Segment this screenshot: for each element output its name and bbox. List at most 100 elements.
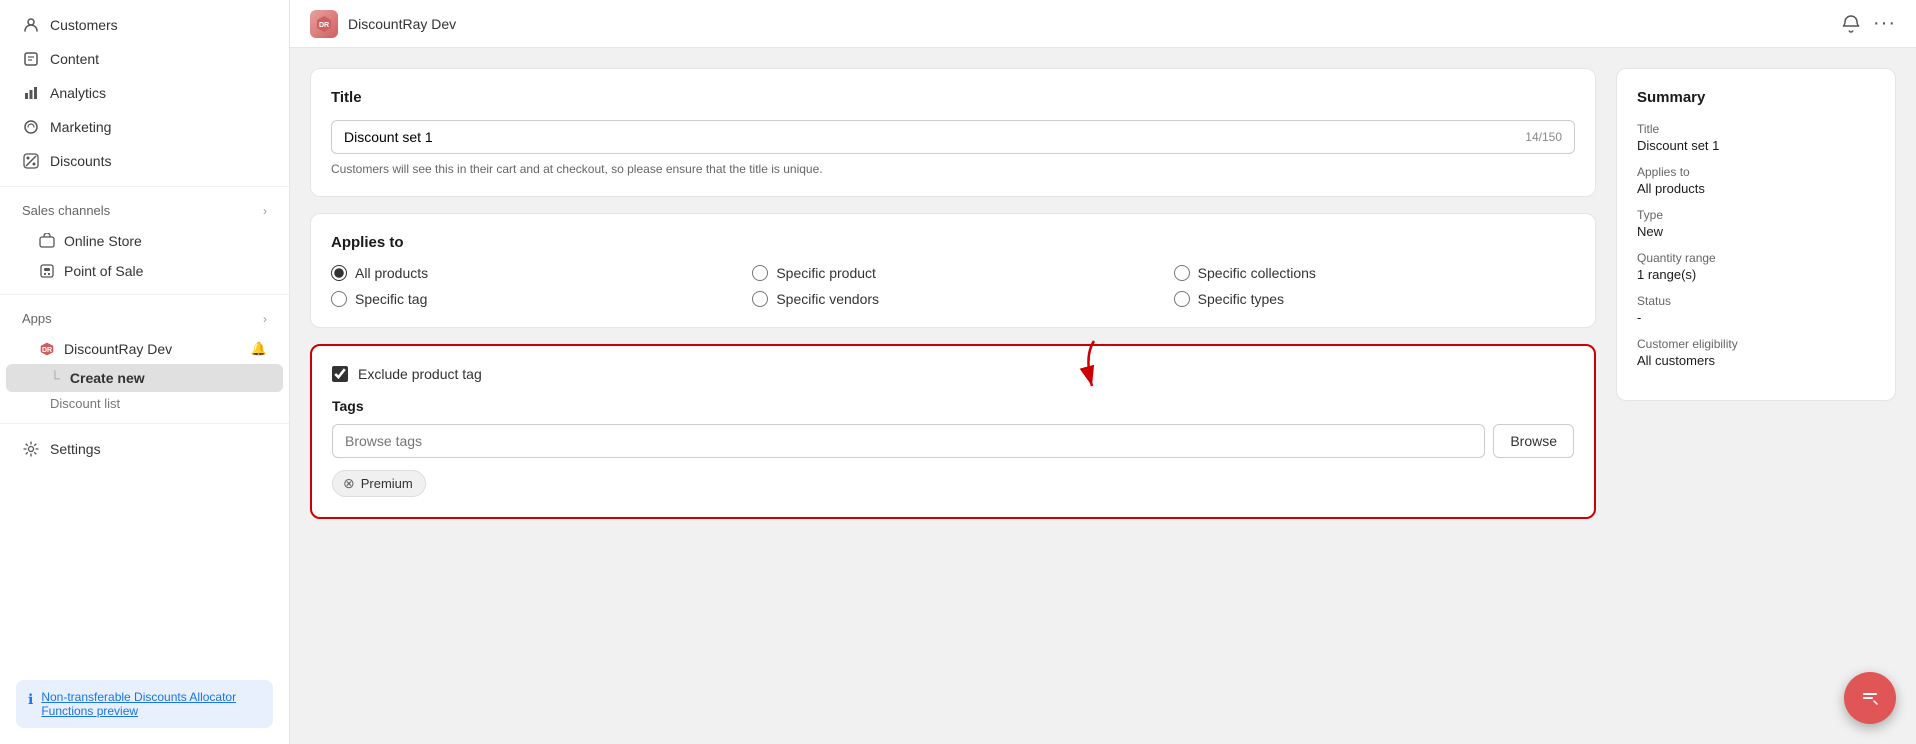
summary-label-type: Type <box>1637 208 1875 222</box>
bell-icon: 🔔 <box>251 341 267 357</box>
svg-text:DR: DR <box>319 22 329 29</box>
char-count: 14/150 <box>1525 130 1562 144</box>
radio-all-products-input[interactable] <box>331 265 347 281</box>
radio-specific-collections[interactable]: Specific collections <box>1174 265 1575 281</box>
radio-specific-product-input[interactable] <box>752 265 768 281</box>
discounts-icon <box>22 152 40 170</box>
sales-channels-section: Sales channels › <box>0 195 289 226</box>
radio-specific-product[interactable]: Specific product <box>752 265 1153 281</box>
sidebar-label-pos: Point of Sale <box>64 263 143 279</box>
analytics-icon <box>22 84 40 102</box>
content-area: Title 14/150 Customers will see this in … <box>290 48 1916 744</box>
browse-button[interactable]: Browse <box>1493 424 1574 458</box>
chat-fab[interactable] <box>1844 672 1896 724</box>
sidebar-item-customers[interactable]: Customers <box>6 8 283 42</box>
exclude-label: Exclude product tag <box>358 366 482 382</box>
non-transferable-link[interactable]: Non-transferable Discounts Allocator Fun… <box>41 690 236 718</box>
content-icon <box>22 50 40 68</box>
radio-specific-tag-label: Specific tag <box>355 291 427 307</box>
summary-value-status: - <box>1637 310 1875 325</box>
sidebar-item-discount-list[interactable]: Discount list <box>6 392 283 415</box>
topbar: DR DiscountRay Dev ··· <box>290 0 1916 48</box>
summary-label-applies-to: Applies to <box>1637 165 1875 179</box>
applies-to-heading: Applies to <box>331 234 1575 251</box>
sidebar-item-create-new[interactable]: └ Create new <box>6 364 283 392</box>
non-transferable-text: Non-transferable Discounts Allocator Fun… <box>41 690 261 718</box>
sidebar-label-customers: Customers <box>50 17 118 33</box>
non-transferable-section: ℹ Non-transferable Discounts Allocator F… <box>0 672 289 736</box>
radio-specific-tag-input[interactable] <box>331 291 347 307</box>
summary-title: Summary <box>1637 89 1875 106</box>
info-icon: ℹ <box>28 691 33 708</box>
radio-specific-vendors[interactable]: Specific vendors <box>752 291 1153 307</box>
sidebar-item-content[interactable]: Content <box>6 42 283 76</box>
topbar-actions: ··· <box>1841 12 1896 35</box>
browse-tags-input[interactable] <box>332 424 1485 458</box>
tags-heading: Tags <box>332 398 1574 414</box>
sidebar-item-point-of-sale[interactable]: Point of Sale <box>6 256 283 286</box>
summary-value-title: Discount set 1 <box>1637 138 1875 153</box>
tag-chips: ⊗ Premium <box>332 470 1574 497</box>
radio-specific-collections-input[interactable] <box>1174 265 1190 281</box>
topbar-more-button[interactable]: ··· <box>1873 12 1896 35</box>
radio-all-products-label: All products <box>355 265 428 281</box>
sidebar-label-content: Content <box>50 51 99 67</box>
chat-icon <box>1856 684 1884 712</box>
summary-row-customer-eligibility: Customer eligibility All customers <box>1637 337 1875 368</box>
tag-chip-label: Premium <box>361 476 413 491</box>
radio-specific-types-input[interactable] <box>1174 291 1190 307</box>
summary-panel: Summary Title Discount set 1 Applies to … <box>1616 68 1896 401</box>
discountray-icon: DR <box>38 340 56 358</box>
exclude-checkbox[interactable] <box>332 366 348 382</box>
applies-to-options: All products Specific product Specific c… <box>331 265 1575 307</box>
sidebar-label-online-store: Online Store <box>64 233 142 249</box>
tag-remove-icon: ⊗ <box>343 475 355 492</box>
topbar-bell-button[interactable] <box>1841 14 1861 34</box>
radio-specific-vendors-input[interactable] <box>752 291 768 307</box>
sidebar-item-discounts[interactable]: Discounts <box>6 144 283 178</box>
apps-label: Apps <box>22 311 52 326</box>
summary-row-title: Title Discount set 1 <box>1637 122 1875 153</box>
online-store-icon <box>38 232 56 250</box>
radio-specific-collections-label: Specific collections <box>1198 265 1316 281</box>
sidebar-item-marketing[interactable]: Marketing <box>6 110 283 144</box>
radio-specific-vendors-label: Specific vendors <box>776 291 879 307</box>
exclude-checkbox-row: Exclude product tag <box>332 366 1574 382</box>
topbar-title: DiscountRay Dev <box>348 16 456 32</box>
sidebar-item-discountray[interactable]: DR DiscountRay Dev 🔔 <box>6 334 283 364</box>
sidebar-item-analytics[interactable]: Analytics <box>6 76 283 110</box>
main-content: Title 14/150 Customers will see this in … <box>310 68 1596 724</box>
apps-chevron-icon: › <box>263 312 267 326</box>
svg-text:DR: DR <box>42 347 52 354</box>
sidebar-label-discountray: DiscountRay Dev <box>64 341 172 357</box>
title-input-wrapper: 14/150 <box>331 120 1575 154</box>
title-helper-text: Customers will see this in their cart an… <box>331 162 1575 176</box>
radio-all-products[interactable]: All products <box>331 265 732 281</box>
summary-row-applies-to: Applies to All products <box>1637 165 1875 196</box>
pos-icon <box>38 262 56 280</box>
non-transferable-box: ℹ Non-transferable Discounts Allocator F… <box>16 680 273 728</box>
sidebar-item-online-store[interactable]: Online Store <box>6 226 283 256</box>
marketing-icon <box>22 118 40 136</box>
radio-specific-types[interactable]: Specific types <box>1174 291 1575 307</box>
apps-section: Apps › <box>0 303 289 334</box>
sidebar-label-analytics: Analytics <box>50 85 106 101</box>
summary-row-status: Status - <box>1637 294 1875 325</box>
sales-channels-chevron-icon: › <box>263 204 267 218</box>
radio-specific-product-label: Specific product <box>776 265 876 281</box>
sidebar-label-settings: Settings <box>50 441 101 457</box>
sidebar: Customers Content Analytics Marketing Di… <box>0 0 290 744</box>
sidebar-label-marketing: Marketing <box>50 119 111 135</box>
summary-value-customer-eligibility: All customers <box>1637 353 1875 368</box>
applies-to-card: Applies to All products Specific product… <box>310 213 1596 328</box>
exclude-card: Exclude product tag Tags Browse ⊗ Premiu… <box>310 344 1596 519</box>
radio-specific-tag[interactable]: Specific tag <box>331 291 732 307</box>
summary-label-title: Title <box>1637 122 1875 136</box>
summary-row-quantity-range: Quantity range 1 range(s) <box>1637 251 1875 282</box>
sidebar-item-settings[interactable]: Settings <box>6 432 283 466</box>
summary-label-quantity-range: Quantity range <box>1637 251 1875 265</box>
title-input[interactable] <box>344 129 1525 145</box>
tag-chip-premium[interactable]: ⊗ Premium <box>332 470 426 497</box>
summary-value-quantity-range: 1 range(s) <box>1637 267 1875 282</box>
summary-value-applies-to: All products <box>1637 181 1875 196</box>
